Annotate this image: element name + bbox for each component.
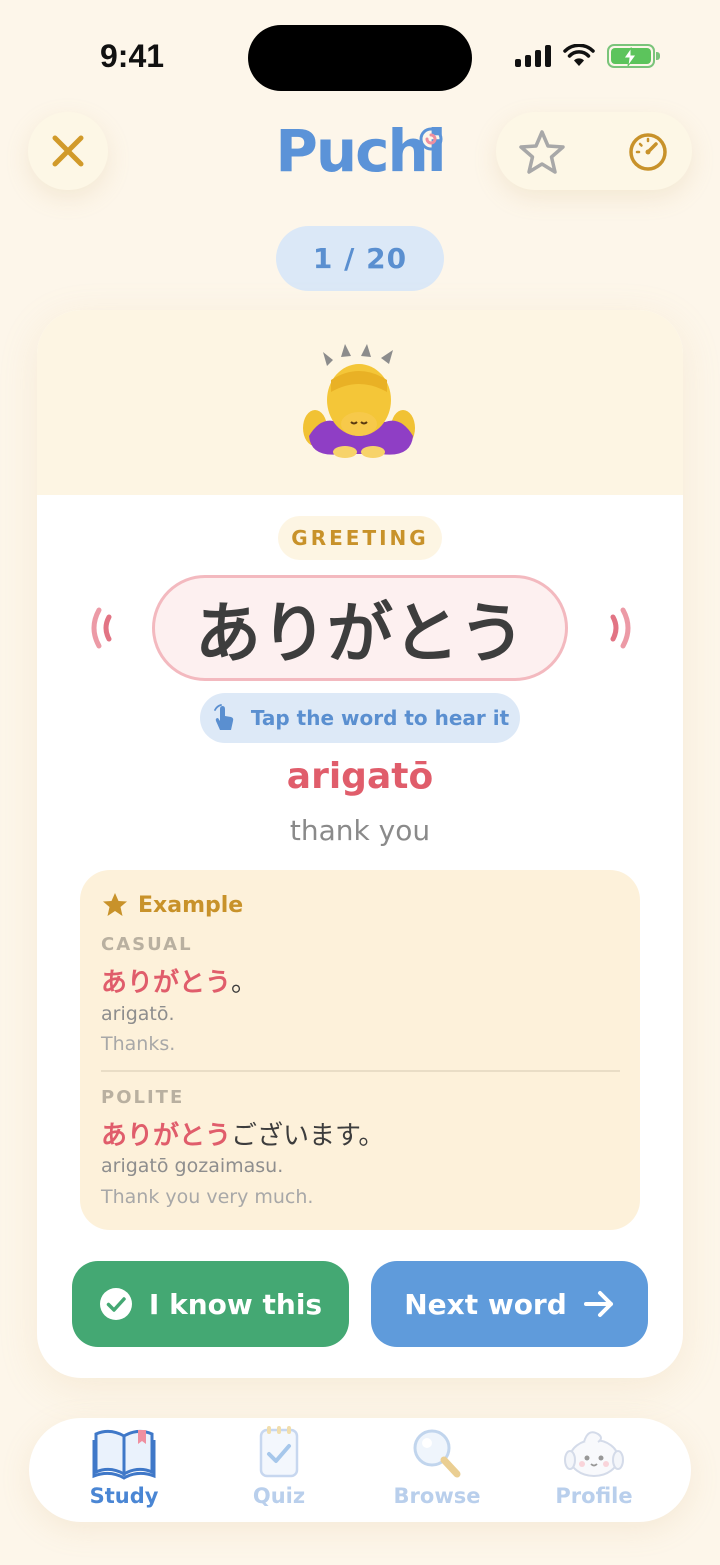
- polite-japanese-rest: ございます。: [231, 1121, 385, 1151]
- sound-wave-right-icon: [610, 607, 631, 649]
- tap-hint: Tap the word to hear it: [200, 693, 520, 743]
- word-audio-button[interactable]: ありがとう: [152, 575, 568, 681]
- i-know-this-button[interactable]: I know this: [72, 1261, 349, 1347]
- sound-wave-left-icon: [91, 607, 112, 649]
- star-icon: [519, 130, 565, 174]
- speedometer-icon: [629, 133, 667, 171]
- tab-study-label: Study: [89, 1484, 159, 1508]
- close-button[interactable]: [28, 112, 108, 190]
- top-bar: Puchi: [0, 110, 720, 190]
- battery-charging-icon: [607, 44, 660, 68]
- tab-profile[interactable]: Profile: [514, 1418, 674, 1522]
- polite-romaji: arigatō gozaimasu.: [101, 1155, 284, 1177]
- next-word-button[interactable]: Next word: [371, 1261, 648, 1347]
- tab-quiz-label: Quiz: [252, 1484, 306, 1508]
- japanese-word: ありがとう: [195, 595, 525, 672]
- tab-study[interactable]: Study: [44, 1418, 204, 1522]
- casual-japanese-highlight: ありがとう: [101, 968, 232, 998]
- category-badge: GREETING: [278, 516, 442, 560]
- card-hero: [37, 310, 683, 495]
- wifi-icon: [563, 44, 595, 66]
- book-icon: [92, 1429, 156, 1480]
- polite-english: Thank you very much.: [101, 1186, 314, 1208]
- example-title: Example: [138, 892, 244, 918]
- example-divider: [101, 1070, 620, 1072]
- flashcard: GREETING ありがとう Tap the word to hear it a…: [37, 310, 683, 1378]
- header-actions: [496, 112, 692, 190]
- close-icon: [52, 135, 84, 167]
- clipboard-check-icon: [259, 1426, 299, 1478]
- mascot-avatar-icon: [564, 1431, 624, 1477]
- star-filled-icon: [103, 893, 127, 916]
- check-circle-icon: [99, 1288, 132, 1320]
- english-meaning: thank you: [289, 814, 431, 847]
- casual-japanese-rest: 。: [231, 968, 258, 998]
- tap-hand-icon: [213, 704, 234, 730]
- tab-browse-label: Browse: [393, 1484, 481, 1508]
- next-word-label: Next word: [404, 1287, 567, 1321]
- status-icons: [515, 44, 660, 68]
- casual-english: Thanks.: [101, 1033, 176, 1055]
- magnifier-icon: [413, 1429, 461, 1478]
- tab-bar: Study Quiz Browse Profile: [29, 1418, 691, 1522]
- example-header: Example: [102, 892, 243, 918]
- cellular-signal-icon: [515, 45, 551, 67]
- status-time: 9:41: [100, 38, 165, 74]
- polite-japanese-highlight: ありがとう: [101, 1121, 232, 1151]
- tab-quiz[interactable]: Quiz: [199, 1418, 359, 1522]
- progress-counter: 1 / 20: [276, 226, 444, 291]
- romaji: arigatō: [286, 756, 434, 797]
- polite-label: POLITE: [101, 1087, 185, 1108]
- casual-label: CASUAL: [101, 934, 193, 955]
- favorite-button[interactable]: [516, 126, 568, 178]
- person-bowing-emoji: [303, 344, 415, 458]
- speed-button[interactable]: [624, 128, 672, 176]
- casual-romaji: arigatō.: [101, 1003, 175, 1025]
- tab-browse[interactable]: Browse: [357, 1418, 517, 1522]
- example-box: Example CASUAL ありがとう。 arigatō. Thanks. P…: [80, 870, 640, 1230]
- polite-japanese: ありがとうございます。: [101, 1115, 384, 1152]
- i-know-this-label: I know this: [148, 1287, 323, 1321]
- logo-swirl-icon: [419, 127, 443, 151]
- tab-profile-label: Profile: [555, 1484, 633, 1508]
- casual-japanese: ありがとう。: [101, 962, 257, 999]
- tap-hint-text: Tap the word to hear it: [250, 706, 510, 730]
- arrow-right-icon: [583, 1291, 613, 1317]
- dynamic-island: [248, 25, 472, 91]
- app-logo: Puchi: [270, 116, 450, 186]
- status-bar: 9:41: [0, 0, 720, 110]
